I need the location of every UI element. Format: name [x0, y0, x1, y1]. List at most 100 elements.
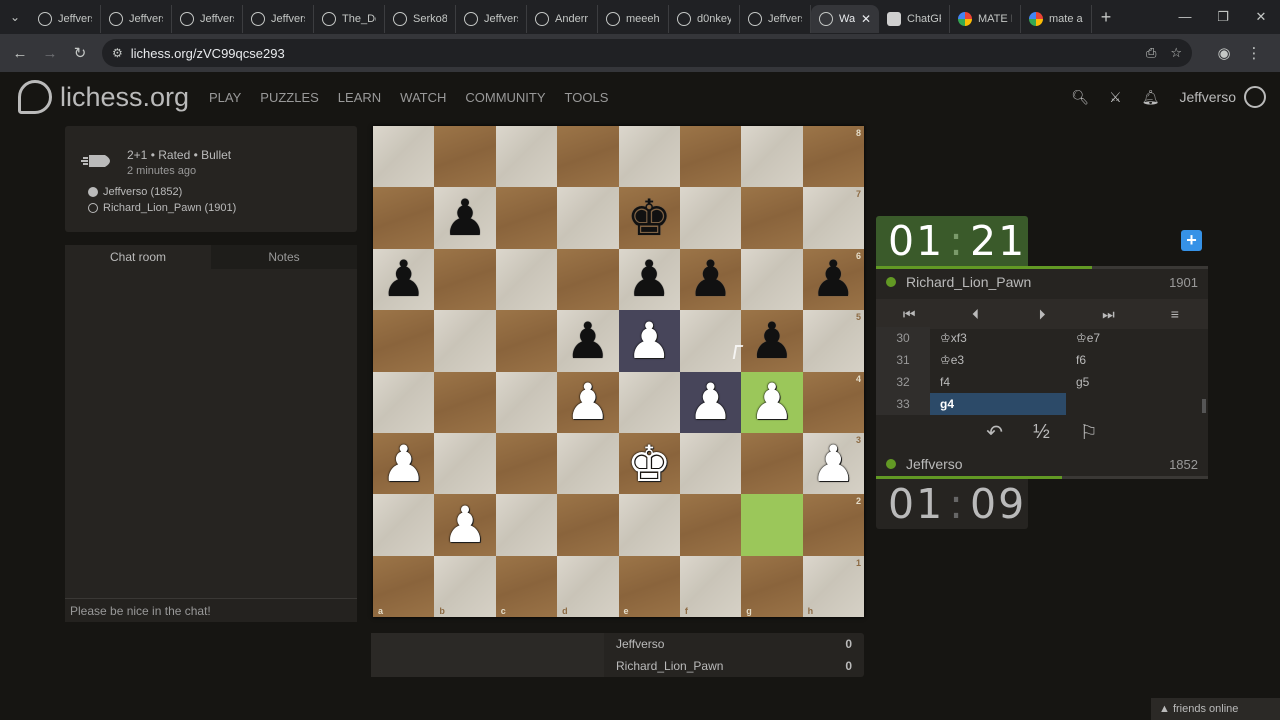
opponent-name[interactable]: Richard_Lion_Pawn	[906, 274, 1031, 290]
square-e3[interactable]: ♚	[618, 432, 680, 495]
white-king-icon[interactable]: ♚	[627, 439, 672, 489]
square-f3[interactable]	[679, 432, 742, 495]
last-move-icon[interactable]: ⏭	[1075, 299, 1141, 329]
square-g6[interactable]	[741, 248, 803, 311]
profile-icon[interactable]: ◉	[1212, 41, 1236, 65]
square-c3[interactable]	[495, 432, 558, 495]
white-pawn-icon[interactable]: ♟	[443, 500, 488, 550]
square-a6[interactable]: ♟	[373, 248, 435, 311]
square-f8[interactable]	[679, 126, 742, 188]
resign-flag-icon[interactable]: ⚐	[1080, 420, 1098, 445]
user-avatar-icon[interactable]	[1244, 86, 1266, 108]
search-icon[interactable]: 🔍︎	[1071, 89, 1089, 106]
black-pawn-icon[interactable]: ♟	[750, 316, 795, 366]
square-c2[interactable]	[495, 494, 558, 556]
square-b1[interactable]: b	[434, 555, 496, 617]
browser-tab[interactable]: Jeffvers	[740, 5, 811, 33]
black-pawn-icon[interactable]: ♟	[688, 254, 733, 304]
next-move-icon[interactable]: ⏵	[1009, 299, 1075, 329]
tab-search-icon[interactable]: ⌄	[0, 0, 30, 34]
chess-board[interactable]: 8 ♟ ♚ 7 ♟ ♟ ♟ ♟ 6 ♟ ♟ ♟ 5 ♟ ♟ ♟ 4 ♟ ♚ ♟ 3 ♟ 2 a b c d e f g 1 h	[373, 126, 864, 617]
square-g4[interactable]: ♟	[741, 371, 803, 433]
square-c7[interactable]	[495, 187, 558, 249]
white-pawn-icon[interactable]: ♟	[565, 377, 610, 427]
minimize-icon[interactable]: —	[1166, 9, 1204, 25]
square-b8[interactable]	[434, 126, 496, 188]
square-h4[interactable]: 4	[802, 371, 864, 433]
square-e2[interactable]	[618, 494, 680, 556]
new-tab-button[interactable]: +	[1092, 7, 1120, 28]
url-field[interactable]: ⚙ lichess.org/zVC99qcse293 ⎙ ☆	[102, 39, 1192, 67]
square-c6[interactable]	[495, 248, 558, 311]
square-e6[interactable]: ♟	[618, 248, 680, 311]
browser-menu-icon[interactable]: ⋮	[1242, 41, 1266, 65]
black-pawn-icon[interactable]: ♟	[811, 254, 856, 304]
white-pawn-icon[interactable]: ♟	[688, 377, 733, 427]
browser-tab[interactable]: Jeffvers	[101, 5, 172, 33]
white-player-info[interactable]: Jeffverso (1852)	[88, 186, 182, 198]
nav-tools[interactable]: TOOLS	[565, 90, 609, 105]
white-pawn-icon[interactable]: ♟	[627, 316, 672, 366]
square-g1[interactable]: g	[741, 555, 803, 617]
browser-tab[interactable]: Jeffvers	[243, 5, 314, 33]
square-g7[interactable]	[741, 187, 803, 249]
offer-draw-icon[interactable]: ½	[1033, 421, 1050, 444]
square-g2[interactable]	[741, 494, 803, 556]
friends-online-button[interactable]: ▲ friends online	[1151, 698, 1280, 720]
close-window-icon[interactable]: ✕	[1242, 9, 1280, 25]
square-h1[interactable]: 1h	[802, 555, 864, 617]
square-d6[interactable]	[557, 248, 619, 311]
square-d4[interactable]: ♟	[557, 371, 619, 433]
crosstable-row[interactable]: Richard_Lion_Pawn 0	[604, 655, 864, 677]
browser-tab[interactable]: Jeffvers	[30, 5, 101, 33]
square-d8[interactable]	[557, 126, 619, 188]
square-c4[interactable]	[495, 371, 558, 433]
crosstable-row[interactable]: Jeffverso 0	[604, 633, 864, 655]
browser-tab[interactable]: Anderr	[527, 5, 598, 33]
square-a1[interactable]: a	[373, 555, 435, 617]
square-f1[interactable]: f	[679, 555, 742, 617]
black-pawn-icon[interactable]: ♟	[627, 254, 672, 304]
square-d7[interactable]	[557, 187, 619, 249]
close-tab-icon[interactable]: ✕	[861, 12, 871, 26]
white-pawn-icon[interactable]: ♟	[750, 377, 795, 427]
square-d1[interactable]: d	[557, 555, 619, 617]
square-e1[interactable]: e	[618, 555, 680, 617]
chat-input[interactable]: Please be nice in the chat!	[65, 598, 357, 622]
browser-tab[interactable]: Jeffvers	[456, 5, 527, 33]
square-e7[interactable]: ♚	[618, 187, 680, 249]
menu-icon[interactable]: ≡	[1142, 299, 1208, 329]
black-pawn-icon[interactable]: ♟	[381, 254, 426, 304]
browser-tab[interactable]: meeeh	[598, 5, 669, 33]
square-b2[interactable]: ♟	[434, 494, 496, 556]
forward-icon[interactable]: →	[38, 41, 62, 65]
black-move[interactable]: f6	[1066, 349, 1202, 371]
browser-tab[interactable]: Jeffvers	[172, 5, 243, 33]
square-d3[interactable]	[557, 432, 619, 495]
square-f2[interactable]	[679, 494, 742, 556]
square-d5[interactable]: ♟	[557, 310, 619, 372]
black-move[interactable]: ♔e7	[1066, 327, 1202, 349]
site-info-icon[interactable]: ⚙	[112, 46, 123, 60]
browser-tab[interactable]: d0nkey	[669, 5, 740, 33]
square-a4[interactable]	[373, 371, 435, 433]
nav-play[interactable]: PLAY	[209, 90, 241, 105]
browser-tab[interactable]: Wa ✕	[811, 5, 879, 33]
browser-tab[interactable]: ChatGF	[879, 5, 950, 33]
tab-notes[interactable]: Notes	[211, 245, 357, 269]
nav-learn[interactable]: LEARN	[338, 90, 381, 105]
white-move[interactable]: g4	[930, 393, 1066, 415]
square-e8[interactable]	[618, 126, 680, 188]
square-g8[interactable]	[741, 126, 803, 188]
white-pawn-icon[interactable]: ♟	[381, 439, 426, 489]
black-player-info[interactable]: Richard_Lion_Pawn (1901)	[88, 202, 236, 214]
notification-bell-icon[interactable]: 🔔︎	[1142, 89, 1160, 106]
square-h2[interactable]: 2	[802, 494, 864, 556]
restore-icon[interactable]: ❐	[1204, 9, 1242, 25]
install-icon[interactable]: ⎙	[1146, 45, 1156, 61]
square-h6[interactable]: ♟ 6	[802, 248, 864, 311]
player-name[interactable]: Jeffverso	[906, 456, 963, 472]
back-icon[interactable]: ←	[8, 41, 32, 65]
prev-move-icon[interactable]: ⏴	[942, 299, 1008, 329]
nav-watch[interactable]: WATCH	[400, 90, 446, 105]
